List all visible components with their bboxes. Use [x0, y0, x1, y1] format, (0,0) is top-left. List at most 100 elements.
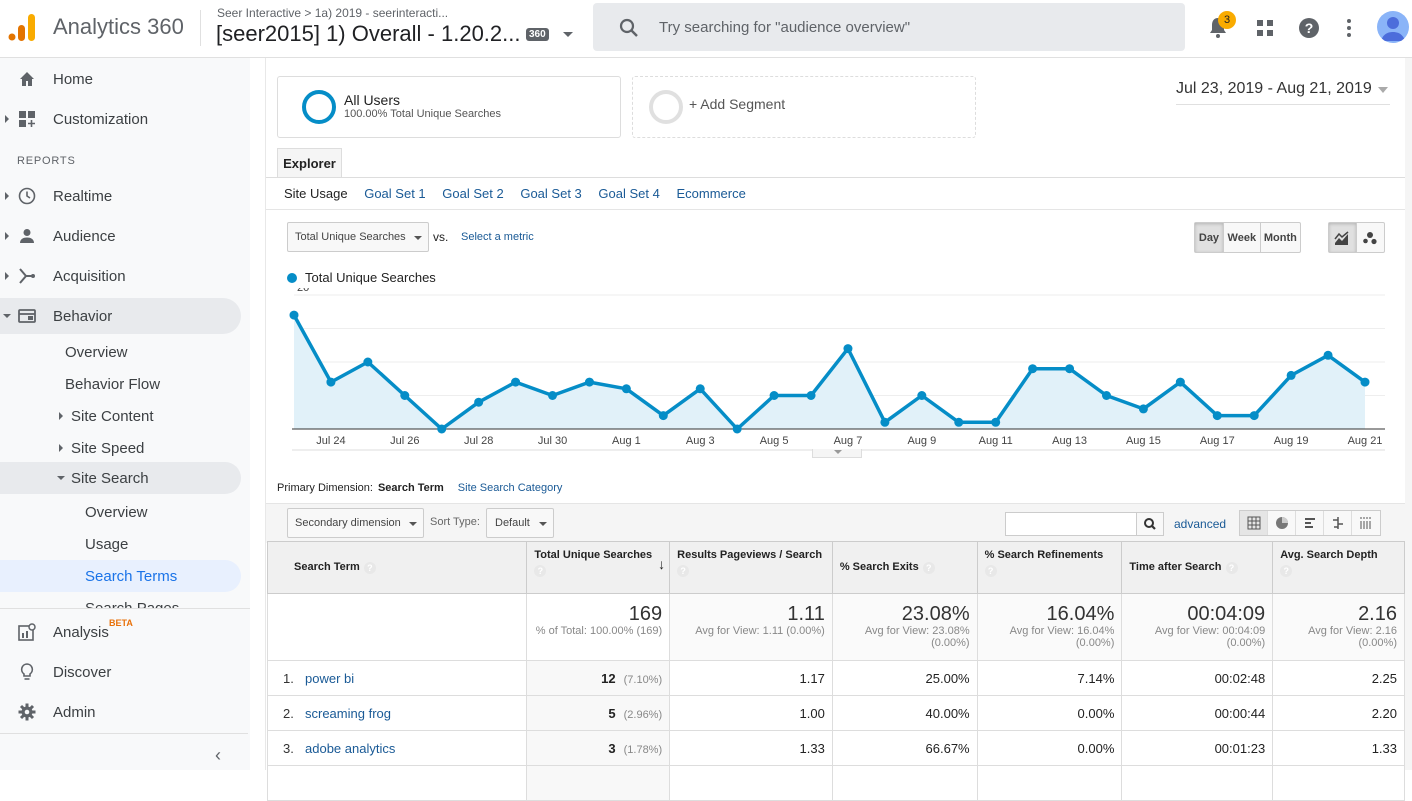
select-metric-link[interactable]: Select a metric: [461, 231, 534, 243]
sidebar-item-label: Home: [53, 70, 94, 88]
collapse-sidebar-button[interactable]: ‹: [215, 745, 221, 766]
account-breadcrumb[interactable]: Seer Interactive > 1a) 2019 - seerintera…: [217, 6, 448, 20]
sidebar-item-admin[interactable]: Admin: [0, 694, 241, 730]
sidebar-item-analysis[interactable]: Analysis BETA: [0, 614, 241, 650]
sidebar-item-behavior-overview[interactable]: Overview: [0, 334, 241, 370]
month-button[interactable]: Month: [1261, 223, 1300, 252]
sidebar-item-site-search-overview[interactable]: Overview: [0, 496, 241, 528]
global-search-input[interactable]: [659, 15, 1159, 39]
total-cell: 2.16 Avg for View: 2.16 (0.00%): [1272, 593, 1405, 661]
svg-text:?: ?: [1305, 20, 1314, 36]
subtab-goal-set-3[interactable]: Goal Set 3: [520, 186, 581, 201]
secondary-dimension-select[interactable]: Secondary dimension: [287, 508, 424, 538]
performance-view-icon[interactable]: [1296, 511, 1324, 535]
sidebar-item-customization[interactable]: Customization: [0, 101, 241, 137]
comparison-view-icon[interactable]: [1324, 511, 1352, 535]
subtab-goal-set-1[interactable]: Goal Set 1: [364, 186, 425, 201]
date-range-picker[interactable]: Jul 23, 2019 - Aug 21, 2019: [1176, 80, 1390, 105]
pie-view-icon[interactable]: [1268, 511, 1296, 535]
sidebar-item-search-pages[interactable]: Search Pages: [0, 592, 241, 609]
app-title: Analytics 360: [53, 14, 184, 39]
sidebar-item-audience[interactable]: Audience: [0, 218, 241, 254]
sidebar-item-site-speed[interactable]: Site Speed: [0, 430, 241, 466]
sidebar-item-realtime[interactable]: Realtime: [0, 178, 241, 214]
rpv-cell: 1.17: [669, 660, 833, 696]
totals-row: 169% of Total: 100.00% (169) 1.11 Avg for…: [266, 593, 1405, 661]
sidebar-item-acquisition[interactable]: Acquisition: [0, 258, 241, 294]
help-icon[interactable]: ?: [1295, 14, 1323, 42]
sort-type-select[interactable]: Default: [486, 508, 554, 538]
data-point: [1175, 377, 1185, 387]
primary-dimension-site-search-category[interactable]: Site Search Category: [458, 482, 563, 494]
col-search-term[interactable]: Search Term?: [266, 541, 528, 594]
divider: [0, 608, 250, 609]
col-total-unique-searches[interactable]: Total Unique Searches? ↓: [526, 541, 671, 594]
col-search-refinements[interactable]: % Search Refinements?: [976, 541, 1123, 594]
help-icon[interactable]: ?: [984, 565, 997, 577]
table-view-icon[interactable]: [1240, 511, 1268, 535]
x-tick-label: Jul 28: [464, 435, 493, 447]
line-chart-icon[interactable]: [1329, 223, 1357, 252]
subtab-goal-set-4[interactable]: Goal Set 4: [598, 186, 659, 201]
sidebar-item-label: Overview: [65, 343, 128, 361]
day-button[interactable]: Day: [1195, 223, 1224, 252]
pivot-view-icon[interactable]: [1352, 511, 1380, 535]
sidebar-item-usage[interactable]: Usage: [0, 528, 241, 560]
table-row: [266, 765, 1405, 801]
depth-cell: 1.33: [1272, 730, 1405, 766]
x-tick-label: Aug 7: [834, 435, 863, 447]
sort-descending-icon: ↓: [658, 556, 666, 572]
week-button[interactable]: Week: [1224, 223, 1261, 252]
segment-all-users[interactable]: All Users 100.00% Total Unique Searches: [277, 76, 621, 138]
total-cell: 169% of Total: 100.00% (169): [526, 593, 671, 661]
view-dropdown-caret-icon[interactable]: [563, 32, 573, 37]
advanced-filter-link[interactable]: advanced: [1174, 517, 1226, 531]
term-cell: 1. power bi: [266, 660, 528, 696]
chart-resize-handle[interactable]: [812, 449, 862, 458]
global-search[interactable]: [593, 3, 1185, 51]
search-term-link[interactable]: adobe analytics: [305, 741, 395, 756]
add-segment-button[interactable]: + Add Segment: [632, 76, 976, 138]
sidebar-item-search-terms[interactable]: Search Terms: [0, 560, 241, 592]
data-point: [1249, 411, 1259, 421]
col-results-pageviews-per-search[interactable]: Results Pageviews / Search?: [669, 541, 833, 594]
subtab-ecommerce[interactable]: Ecommerce: [676, 186, 745, 201]
motion-chart-icon[interactable]: [1357, 223, 1384, 252]
help-icon[interactable]: ?: [922, 561, 935, 574]
search-term-link[interactable]: screaming frog: [305, 706, 391, 721]
total-sub: Avg for View: 23.08% (0.00%): [864, 625, 970, 649]
more-vert-icon[interactable]: [1335, 14, 1363, 42]
sidebar-item-site-content[interactable]: Site Content: [0, 398, 241, 434]
sidebar-item-site-search[interactable]: Site Search: [0, 462, 241, 494]
view-selector[interactable]: [seer2015] 1) Overall - 1.20.2...: [216, 21, 521, 47]
help-icon[interactable]: ?: [534, 565, 547, 577]
tab-explorer[interactable]: Explorer: [277, 148, 342, 178]
col-search-exits[interactable]: % Search Exits?: [831, 541, 978, 594]
sidebar-item-behavior[interactable]: Behavior: [0, 298, 241, 334]
help-icon[interactable]: ?: [363, 561, 376, 574]
account-avatar-icon[interactable]: [1377, 11, 1409, 43]
metric-select[interactable]: Total Unique Searches: [287, 222, 429, 252]
table-filter-input[interactable]: [1005, 512, 1137, 536]
searches-cell: [526, 765, 671, 801]
row-number: 3.: [283, 740, 294, 756]
sidebar-item-home[interactable]: Home: [0, 61, 241, 97]
help-icon[interactable]: ?: [1280, 565, 1293, 577]
help-icon[interactable]: ?: [677, 565, 690, 577]
col-avg-search-depth[interactable]: Avg. Search Depth?: [1272, 541, 1405, 594]
sidebar-item-discover[interactable]: Discover: [0, 654, 241, 690]
subtab-site-usage[interactable]: Site Usage: [284, 186, 348, 201]
data-point: [400, 391, 410, 400]
sidebar-item-behavior-flow[interactable]: Behavior Flow: [0, 366, 241, 402]
search-term-link[interactable]: power bi: [305, 671, 354, 686]
granularity-toggle: Day Week Month: [1194, 222, 1301, 253]
sidebar-item-label: Site Search: [71, 469, 149, 487]
help-icon[interactable]: ?: [1225, 561, 1238, 574]
col-time-after-search[interactable]: Time after Search?: [1121, 541, 1274, 594]
subtab-goal-set-2[interactable]: Goal Set 2: [442, 186, 503, 201]
apps-grid-icon[interactable]: [1251, 14, 1279, 42]
table-search-button[interactable]: [1136, 512, 1164, 536]
primary-dimension-search-term[interactable]: Search Term: [378, 482, 444, 494]
page-scrollbar[interactable]: [1405, 58, 1412, 770]
reports-section-header: REPORTS: [17, 155, 76, 167]
